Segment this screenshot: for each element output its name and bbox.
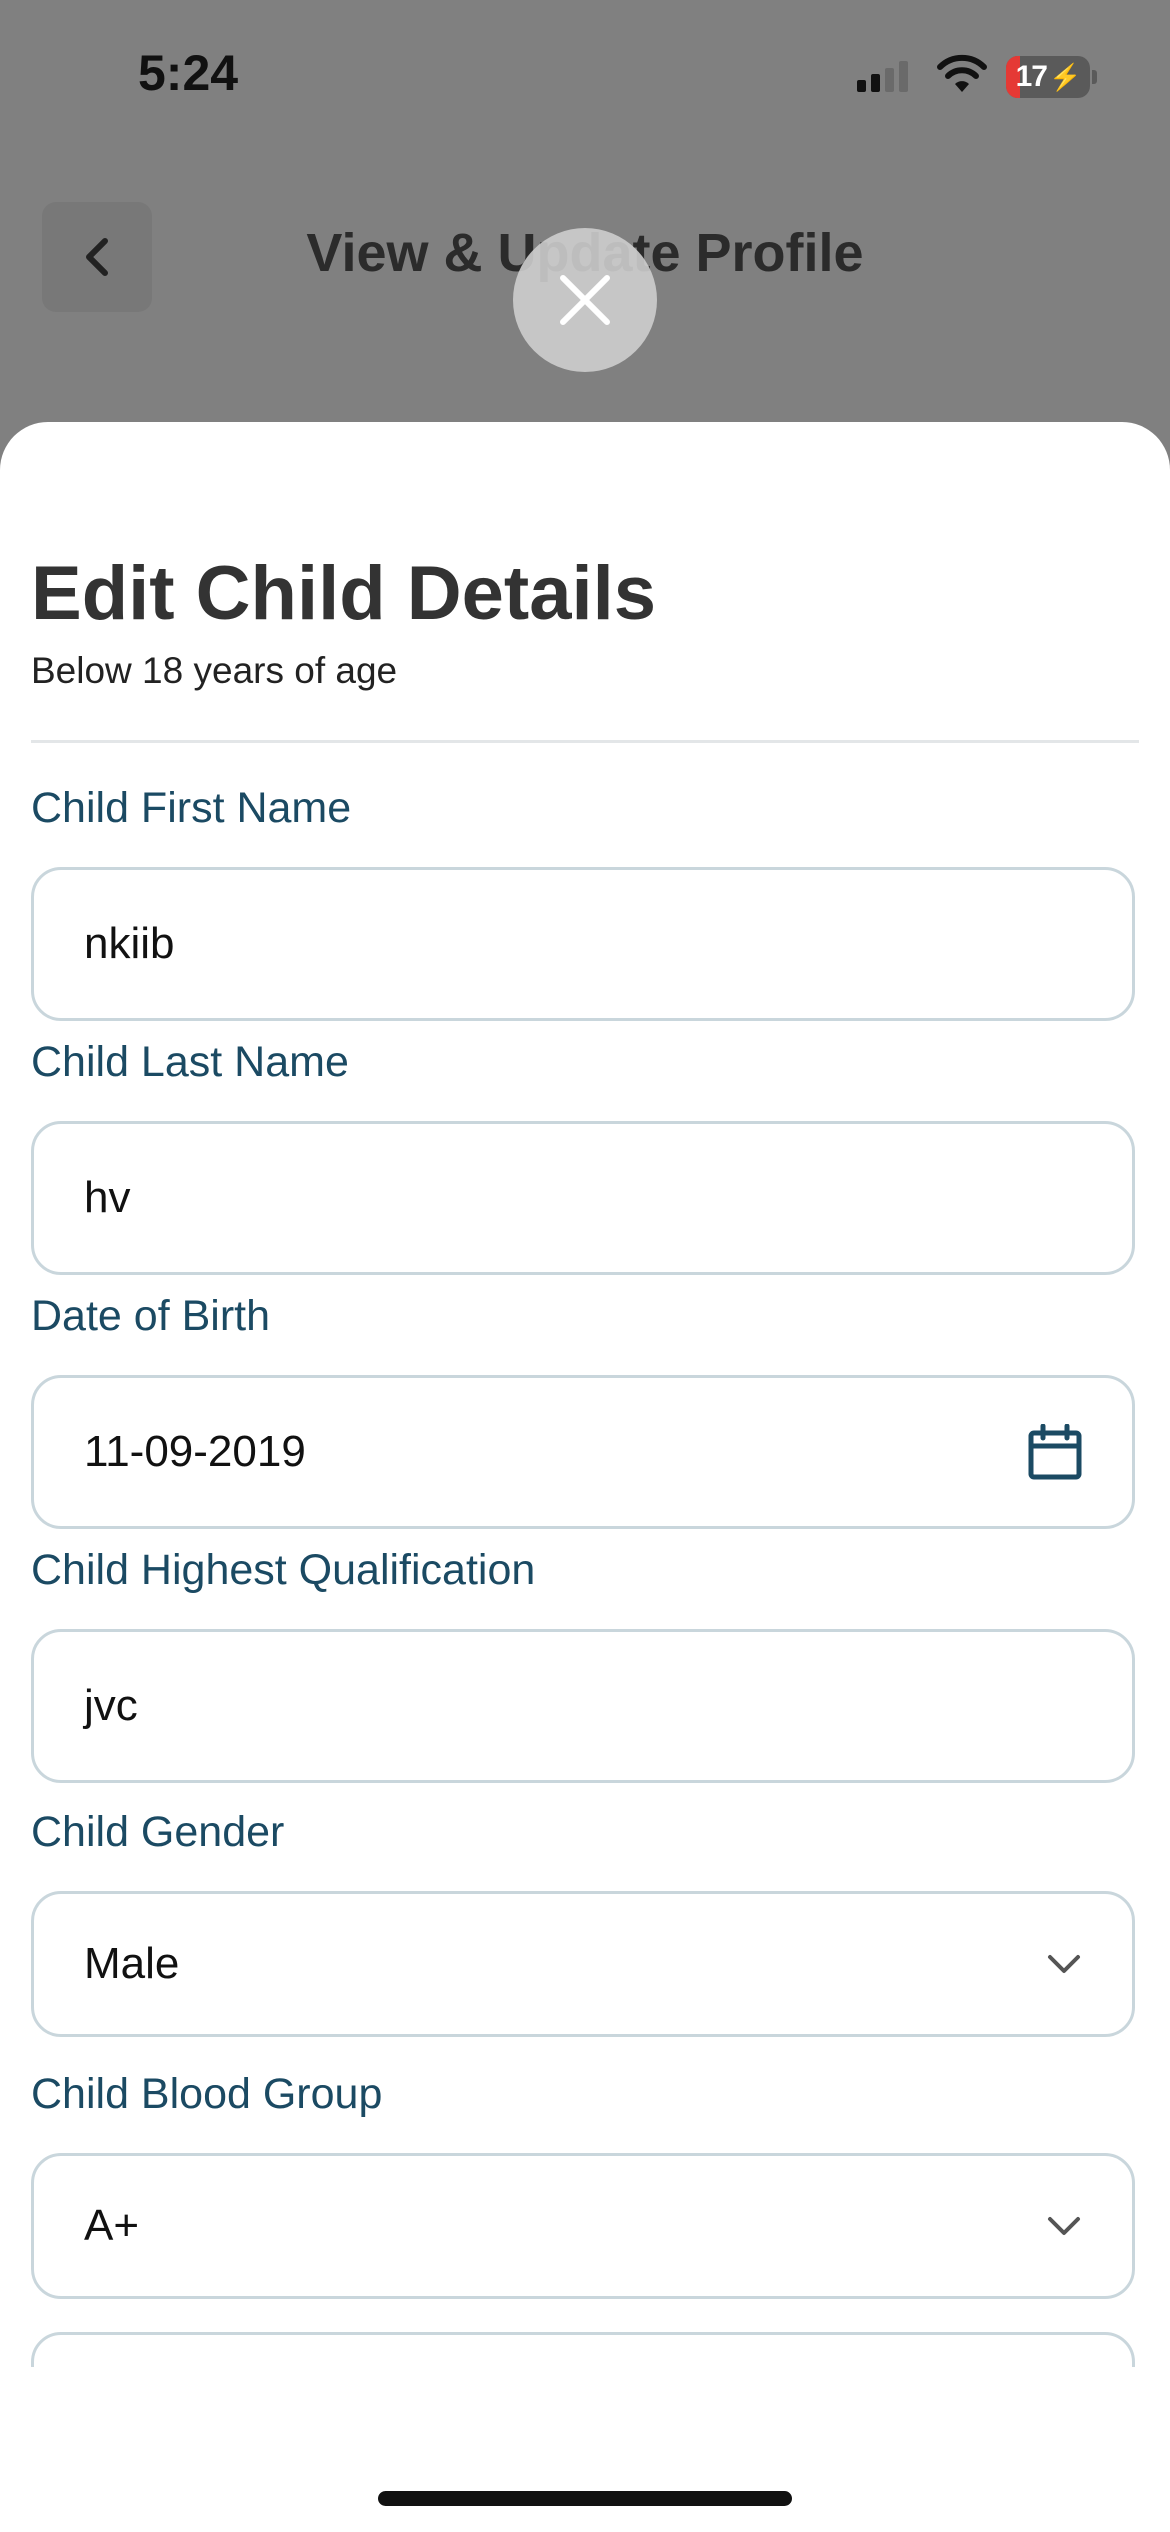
dob-label: Date of Birth xyxy=(31,1292,270,1340)
sheet-subtitle: Below 18 years of age xyxy=(31,650,398,691)
close-icon xyxy=(560,275,610,325)
edit-child-sheet: Edit Child Details Below 18 years of age… xyxy=(0,422,1170,2532)
dob-input[interactable]: 11-09-2019 xyxy=(31,1375,1135,1529)
calendar-icon[interactable] xyxy=(1028,1424,1082,1480)
first-name-input[interactable]: nkiib xyxy=(31,867,1135,1021)
battery-charging-icon: 17 ⚡ xyxy=(1006,56,1090,98)
status-bar: 5:24 17 ⚡ xyxy=(0,0,1170,150)
screen: 5:24 17 ⚡ View & Profile Edit Child Deta… xyxy=(0,0,1170,2532)
cellular-signal-icon xyxy=(857,61,908,92)
last-name-label: Child Last Name xyxy=(31,1038,349,1086)
sheet-bottom-area xyxy=(0,2367,1170,2532)
gender-value: Male xyxy=(84,1939,180,1988)
last-name-value: hv xyxy=(84,1173,131,1222)
qualification-label: Child Highest Qualification xyxy=(31,1546,536,1594)
wifi-icon xyxy=(937,54,987,92)
blood-group-value: A+ xyxy=(84,2201,140,2250)
dob-value: 11-09-2019 xyxy=(84,1427,306,1476)
gender-select[interactable]: Male xyxy=(31,1891,1135,2037)
sheet-title: Edit Child Details xyxy=(31,551,656,636)
status-time: 5:24 xyxy=(138,45,239,101)
qualification-input[interactable]: jvc xyxy=(31,1629,1135,1783)
qualification-value: jvc xyxy=(84,1681,138,1730)
battery-level: 17 xyxy=(1015,60,1048,93)
divider xyxy=(31,740,1139,743)
blood-group-label: Child Blood Group xyxy=(31,2070,383,2118)
blood-group-select[interactable]: A+ xyxy=(31,2153,1135,2299)
first-name-value: nkiib xyxy=(84,919,175,968)
chevron-down-icon xyxy=(1048,2217,1080,2235)
gender-label: Child Gender xyxy=(31,1808,285,1856)
close-modal-button[interactable] xyxy=(513,228,657,372)
first-name-label: Child First Name xyxy=(31,784,352,832)
charging-bolt-icon: ⚡ xyxy=(1049,61,1081,92)
home-indicator[interactable] xyxy=(378,2491,792,2506)
last-name-input[interactable]: hv xyxy=(31,1121,1135,1275)
chevron-down-icon xyxy=(1048,1955,1080,1973)
battery-nub xyxy=(1092,70,1097,84)
